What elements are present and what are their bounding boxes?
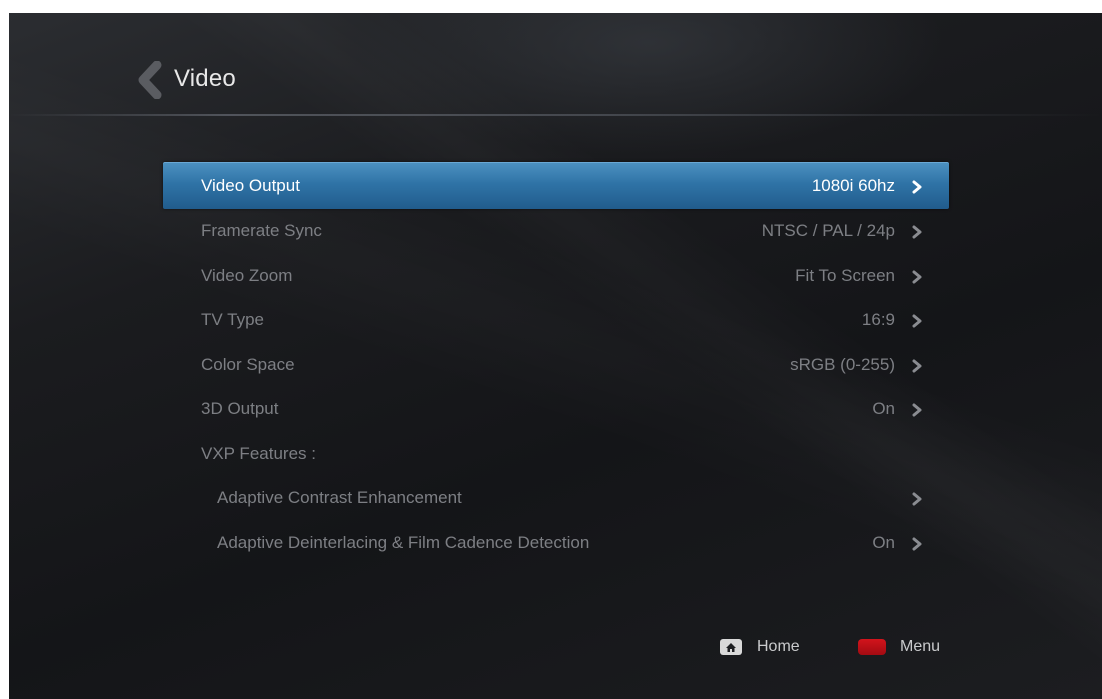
video-settings-screen: Video Video Output 1080i 60hz Framerate … <box>9 13 1102 699</box>
menu-item-label: 3D Output <box>201 399 279 419</box>
menu-item-value: NTSC / PAL / 24p <box>761 221 895 241</box>
menu-item-tv-type[interactable]: TV Type 16:9 <box>163 298 949 343</box>
menu-item-3d-output[interactable]: 3D Output On <box>163 387 949 432</box>
menu-item-label: Color Space <box>201 354 295 374</box>
menu-item-label: Adaptive Deinterlacing & Film Cadence De… <box>217 532 590 552</box>
menu-item-value: On <box>872 532 895 552</box>
menu-item-adaptive-deinterlacing[interactable]: Adaptive Deinterlacing & Film Cadence De… <box>163 521 949 566</box>
menu-label: Menu <box>900 638 941 655</box>
section-header-label: VXP Features : <box>201 443 316 463</box>
menu-item-value: Fit To Screen <box>795 265 895 285</box>
chevron-right-icon <box>911 313 923 328</box>
chevron-right-icon <box>911 224 923 239</box>
red-button-icon <box>858 639 886 655</box>
menu-hint[interactable]: Menu <box>858 638 940 656</box>
menu-item-label: Framerate Sync <box>201 221 322 241</box>
menu-item-label: Video Zoom <box>201 265 293 285</box>
footer-hints: Home Menu <box>9 638 1102 660</box>
page-title: Video <box>174 65 236 92</box>
menu-item-label: Video Output <box>201 176 300 195</box>
chevron-right-icon <box>911 269 923 284</box>
menu-item-value: sRGB (0-255) <box>790 354 895 374</box>
menu-item-label: Adaptive Contrast Enhancement <box>217 488 462 508</box>
menu-item-framerate-sync[interactable]: Framerate Sync NTSC / PAL / 24p <box>163 209 949 254</box>
chevron-right-icon <box>911 536 923 551</box>
menu-item-value: 16:9 <box>861 310 895 330</box>
menu-item-color-space[interactable]: Color Space sRGB (0-255) <box>163 343 949 388</box>
chevron-right-icon <box>911 179 923 194</box>
home-icon <box>720 639 742 655</box>
chevron-right-icon <box>911 358 923 373</box>
menu-item-value: 1080i 60hz <box>811 176 895 195</box>
menu-item-adaptive-contrast[interactable]: Adaptive Contrast Enhancement <box>163 476 949 521</box>
menu-item-value: On <box>872 399 895 419</box>
chevron-left-icon[interactable] <box>135 60 165 100</box>
chevron-right-icon <box>911 491 923 506</box>
home-label: Home <box>757 638 800 655</box>
home-hint[interactable]: Home <box>720 638 800 656</box>
menu-item-video-zoom[interactable]: Video Zoom Fit To Screen <box>163 254 949 299</box>
menu-item-video-output[interactable]: Video Output 1080i 60hz <box>163 162 949 209</box>
menu-item-label: TV Type <box>201 310 264 330</box>
header-divider <box>9 114 1102 116</box>
section-header-vxp-features: VXP Features : <box>163 432 949 477</box>
settings-menu-list: Video Output 1080i 60hz Framerate Sync N… <box>163 162 949 565</box>
chevron-right-icon <box>911 402 923 417</box>
